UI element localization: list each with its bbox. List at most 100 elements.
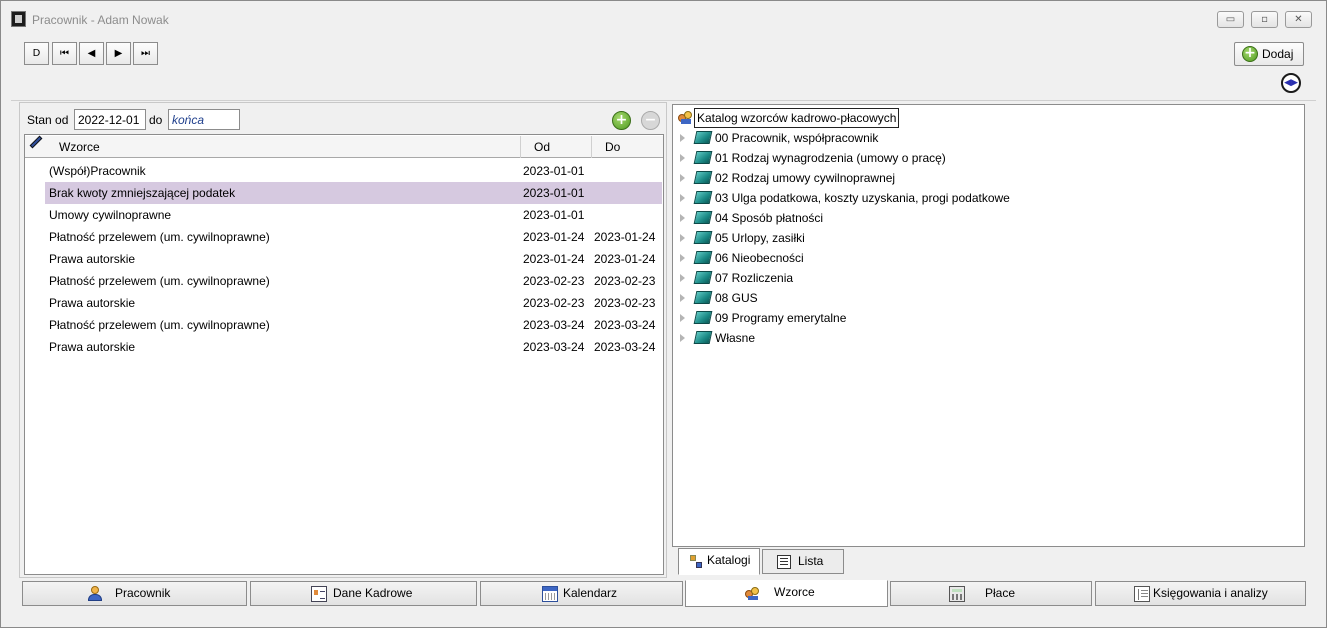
column-do[interactable]: Do [605, 140, 620, 154]
close-button[interactable]: ✕ [1285, 11, 1312, 28]
new-record-button[interactable]: D [24, 42, 49, 65]
expand-arrow-icon[interactable] [680, 294, 685, 302]
template-name: Prawa autorskie [49, 296, 136, 310]
tree-item-label: Własne [715, 331, 756, 345]
book-icon [693, 171, 713, 184]
add-button[interactable]: + Dodaj [1234, 42, 1304, 66]
book-icon [693, 131, 713, 144]
tree-item-label: 07 Rozliczenia [715, 271, 794, 285]
column-od[interactable]: Od [534, 140, 550, 154]
column-divider[interactable] [591, 136, 592, 158]
template-name: (Współ)Pracownik [49, 164, 146, 178]
tree-view-icon [689, 554, 703, 568]
tree-item-label: 03 Ulga podatkowa, koszty uzyskania, pro… [715, 191, 1010, 205]
date-from-field[interactable] [74, 109, 146, 130]
tree-item-label: 06 Nieobecności [715, 251, 804, 265]
template-name: Płatność przelewem (um. cywilnoprawne) [49, 318, 270, 332]
people-icon [677, 109, 693, 125]
calculator-icon [949, 586, 965, 602]
add-template-icon[interactable]: + [612, 111, 631, 130]
tree-root[interactable]: Katalog wzorców kadrowo-płacowych [694, 108, 900, 128]
expand-arrow-icon[interactable] [680, 274, 685, 282]
tab-pracownik[interactable]: Pracownik [22, 581, 247, 606]
date-to-field[interactable] [168, 109, 240, 130]
separator [11, 100, 1316, 101]
tab-lista[interactable]: Lista [762, 549, 844, 574]
expand-arrow-icon[interactable] [680, 334, 685, 342]
table-row[interactable]: Brak kwoty zmniejszającej podatek 2023-01… [45, 182, 662, 204]
column-wzorce[interactable]: Wzorce [59, 140, 100, 154]
template-od: 2023-02-23 [523, 274, 585, 288]
tab-dane-kadrowe-label: Dane Kadrowe [333, 586, 413, 600]
tree-item-label: 01 Rodzaj wynagrodzenia (umowy o pracę) [715, 151, 946, 165]
book-icon [693, 311, 713, 324]
tab-kalendarz[interactable]: Kalendarz [480, 581, 683, 606]
calendar-icon [542, 586, 558, 602]
template-od: 2023-02-23 [523, 296, 585, 310]
tree-item-label: 00 Pracownik, współpracownik [715, 131, 879, 145]
maximize-button[interactable]: ▫ [1251, 11, 1278, 28]
employee-window: Pracownik - Adam Nowak ▭ ▫ ✕ D ⏮ ◀ ▶ ⏭ +… [0, 0, 1327, 628]
stan-od-label: Stan od [27, 113, 69, 127]
expand-arrow-icon[interactable] [680, 194, 685, 202]
book-icon [693, 211, 713, 224]
table-row[interactable]: Płatność przelewem (um. cywilnoprawne) 20… [45, 314, 662, 336]
tab-ksiegowania[interactable]: Księgowania i analizy [1095, 581, 1306, 606]
plus-circle-icon: + [1242, 46, 1258, 62]
template-od: 2023-01-01 [523, 164, 585, 178]
list-view-icon [777, 555, 791, 569]
last-record-button[interactable]: ⏭ [133, 42, 158, 65]
table-row[interactable]: Prawa autorskie 2023-03-24 2023-03-24 [45, 336, 662, 358]
template-od: 2023-01-01 [523, 186, 585, 200]
tab-katalogi[interactable]: Katalogi [678, 548, 760, 575]
add-button-label: Dodaj [1262, 47, 1294, 61]
expand-arrow-icon[interactable] [680, 234, 685, 242]
table-row[interactable]: Płatność przelewem (um. cywilnoprawne) 20… [45, 226, 662, 248]
template-do: 2023-03-24 [594, 318, 656, 332]
expand-arrow-icon[interactable] [680, 314, 685, 322]
id-card-icon [311, 586, 327, 602]
tab-dane-kadrowe[interactable]: Dane Kadrowe [250, 581, 477, 606]
tab-place[interactable]: Płace [890, 581, 1092, 606]
tab-place-label: Płace [985, 586, 1016, 600]
person-icon [87, 586, 103, 602]
people-icon [744, 585, 760, 601]
tab-katalogi-label: Katalogi [707, 553, 751, 567]
template-do: 2023-02-23 [594, 274, 656, 288]
expand-arrow-icon[interactable] [680, 174, 685, 182]
remove-template-icon[interactable]: − [641, 111, 660, 130]
table-row[interactable]: Prawa autorskie 2023-01-24 2023-01-24 [45, 248, 662, 270]
column-divider[interactable] [520, 136, 521, 158]
template-name: Brak kwoty zmniejszającej podatek [49, 186, 236, 200]
window-title: Pracownik - Adam Nowak [32, 13, 169, 27]
table-row[interactable]: Umowy cywilnoprawne 2023-01-01 [45, 204, 662, 226]
next-record-button[interactable]: ▶ [106, 42, 131, 65]
template-name: Prawa autorskie [49, 340, 136, 354]
table-row[interactable]: Prawa autorskie 2023-02-23 2023-02-23 [45, 292, 662, 314]
book-icon [693, 231, 713, 244]
expand-arrow-icon[interactable] [680, 134, 685, 142]
template-name: Umowy cywilnoprawne [49, 208, 172, 222]
tab-wzorce[interactable]: Wzorce [685, 580, 888, 607]
expand-arrow-icon[interactable] [680, 254, 685, 262]
book-icon [693, 331, 713, 344]
expand-arrow-icon[interactable] [680, 154, 685, 162]
book-icon [693, 151, 713, 164]
first-record-button[interactable]: ⏮ [52, 42, 77, 65]
table-row[interactable]: Płatność przelewem (um. cywilnoprawne) 20… [45, 270, 662, 292]
table-row[interactable]: (Współ)Pracownik 2023-01-01 [45, 160, 662, 182]
template-do: 2023-01-24 [594, 252, 656, 266]
template-do: 2023-01-24 [594, 230, 656, 244]
tree-item-label: 08 GUS [715, 291, 758, 305]
book-icon [693, 271, 713, 284]
toggle-panel-icon[interactable]: ◀▶ [1281, 73, 1301, 93]
template-od: 2023-01-24 [523, 230, 585, 244]
previous-record-button[interactable]: ◀ [79, 42, 104, 65]
template-name: Prawa autorskie [49, 252, 136, 266]
tree-item-label: 02 Rodzaj umowy cywilnoprawnej [715, 171, 896, 185]
tab-wzorce-label: Wzorce [774, 585, 815, 599]
minimize-button[interactable]: ▭ [1217, 11, 1244, 28]
templates-header [25, 136, 663, 158]
title-bar: Pracownik - Adam Nowak ▭ ▫ ✕ [1, 1, 1326, 33]
expand-arrow-icon[interactable] [680, 214, 685, 222]
